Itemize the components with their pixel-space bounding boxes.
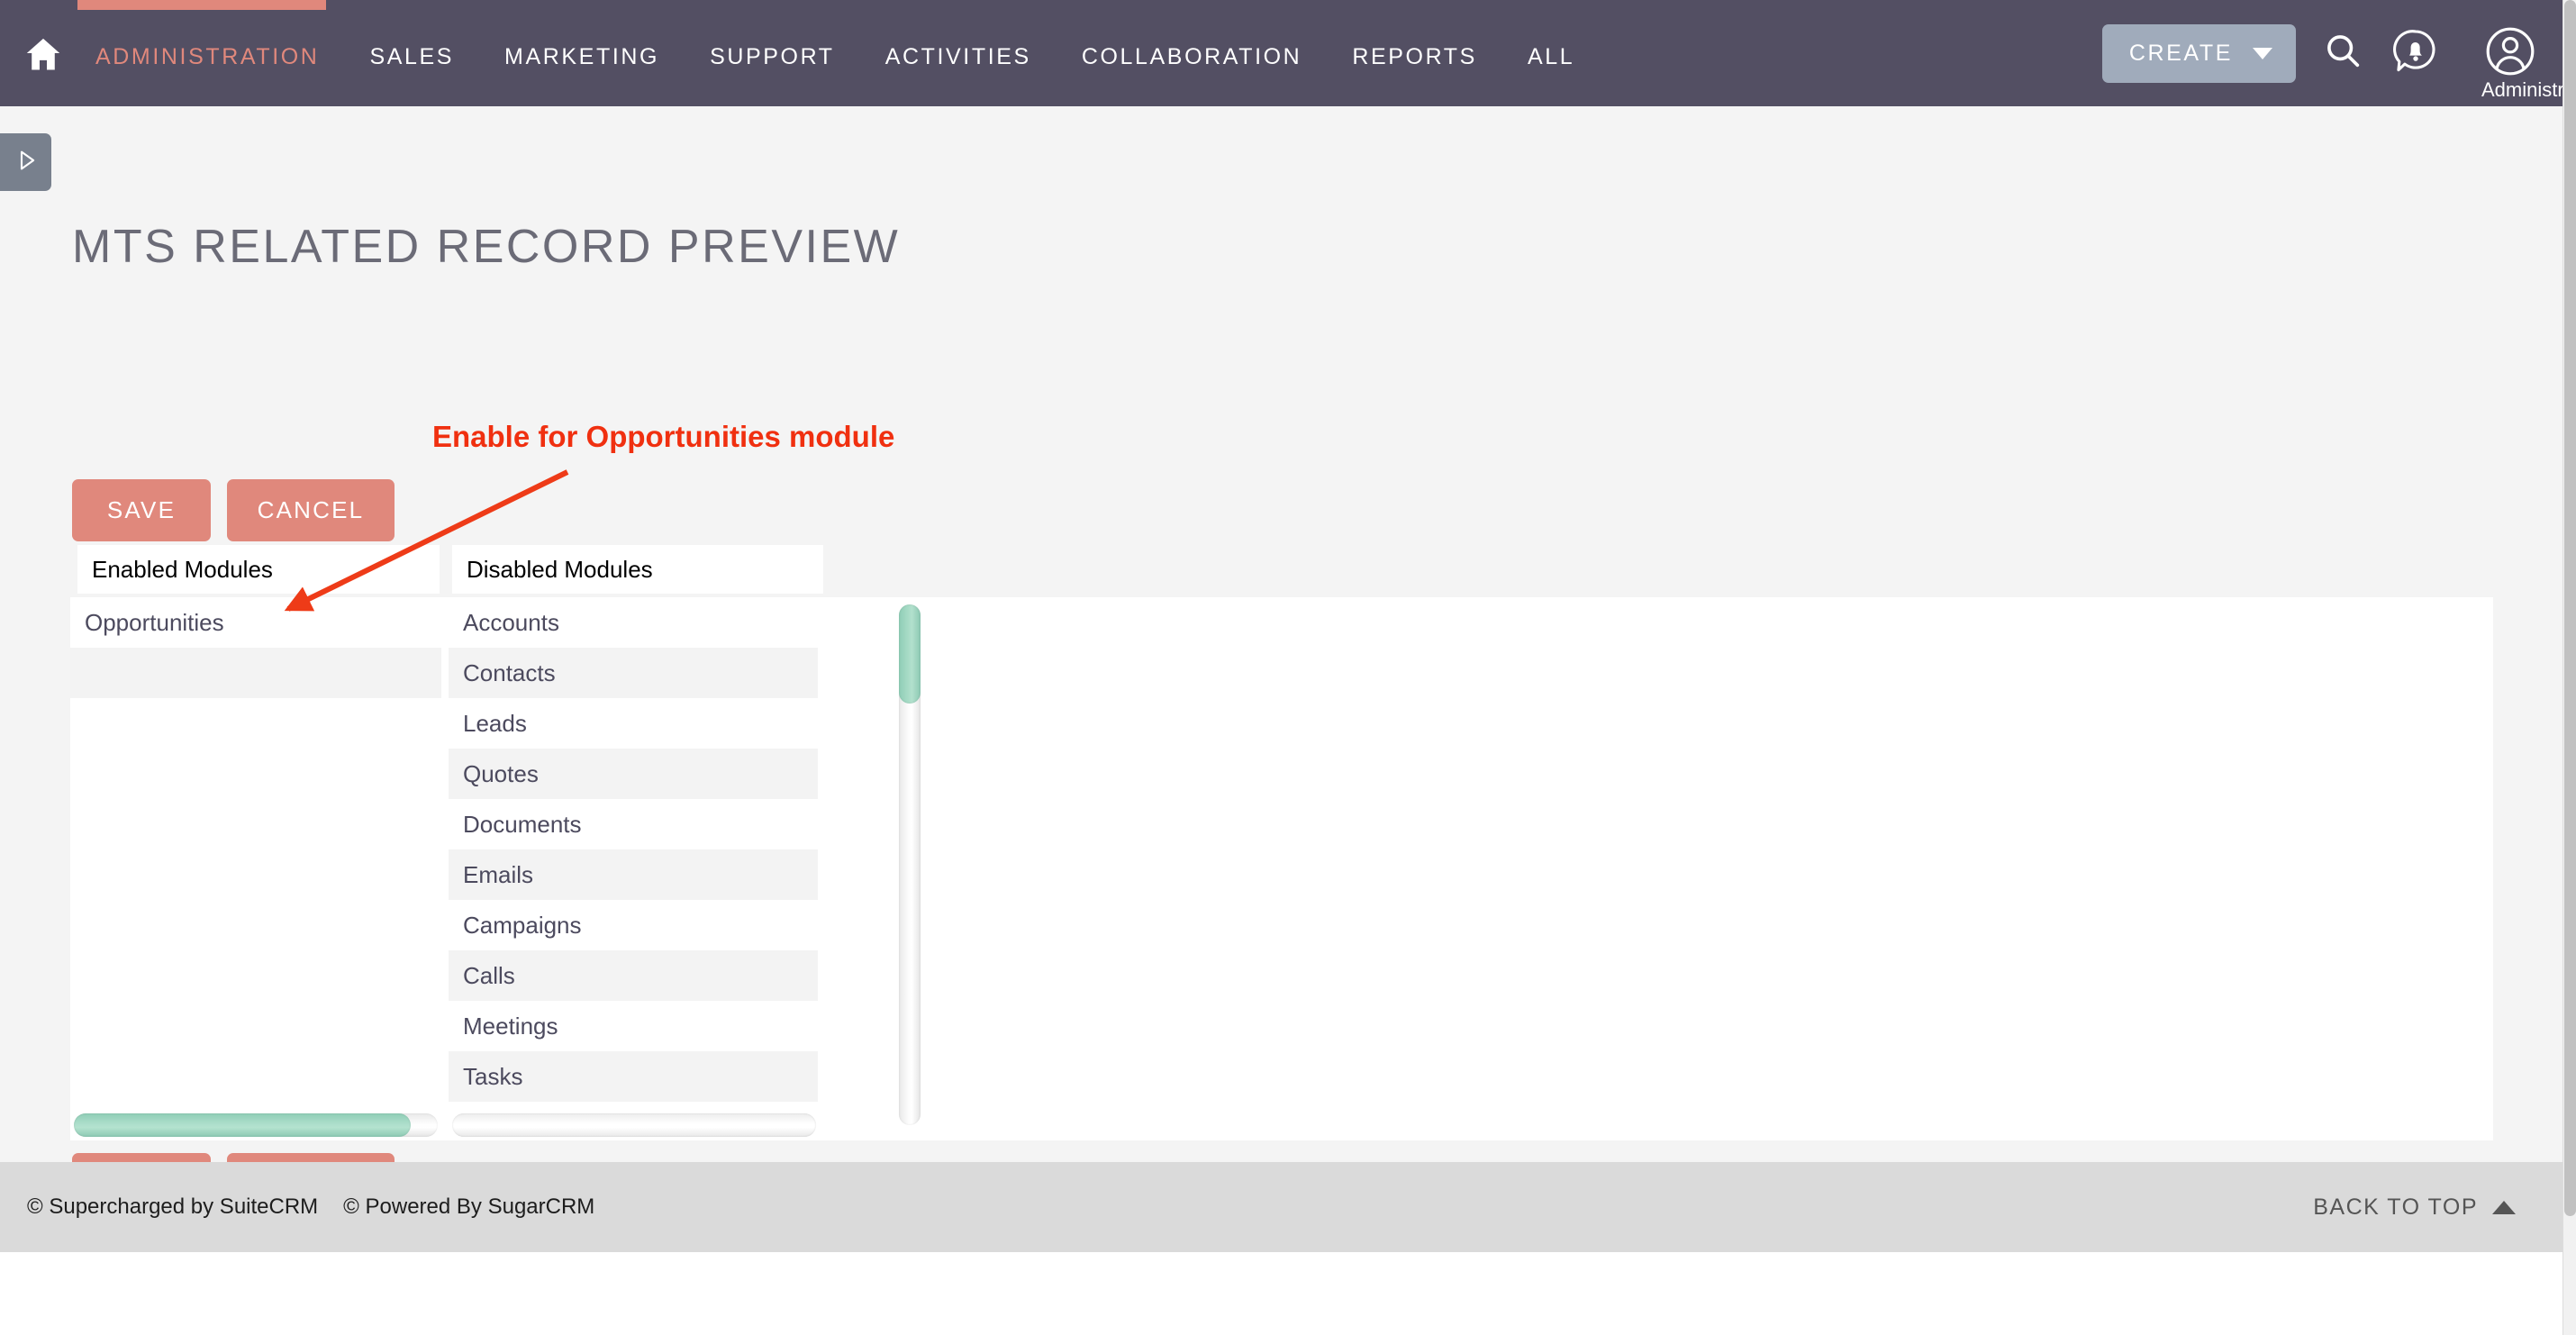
disabled-list-scroll-thumb[interactable] bbox=[899, 604, 921, 704]
sugarcrm-credit-link[interactable]: © Powered By SugarCRM bbox=[343, 1194, 594, 1220]
list-item[interactable]: Leads bbox=[449, 698, 818, 749]
list-item[interactable]: Tasks bbox=[449, 1051, 818, 1102]
notification-bell-icon bbox=[2391, 27, 2440, 80]
list-item[interactable]: Documents bbox=[449, 799, 818, 849]
search-icon bbox=[2323, 31, 2364, 77]
module-column-headers: Enabled Modules Disabled Modules bbox=[70, 541, 2493, 597]
annotation-label: Enable for Opportunities module bbox=[432, 420, 895, 453]
enabled-modules-list[interactable]: Opportunities bbox=[70, 597, 441, 1140]
nav-item-collaboration[interactable]: COLLABORATION bbox=[1057, 44, 1328, 70]
module-selector-panel: Enabled Modules Disabled Modules Opportu… bbox=[70, 541, 2493, 1140]
page-footer: © Supercharged by SuiteCRM © Powered By … bbox=[0, 1162, 2562, 1252]
list-item[interactable]: Campaigns bbox=[449, 900, 818, 950]
main-content: MTS RELATED RECORD PREVIEW Enable for Op… bbox=[0, 132, 2562, 1215]
disabled-list-vertical-scrollbar[interactable] bbox=[899, 604, 921, 1125]
user-menu[interactable]: Administr bbox=[2465, 26, 2564, 101]
list-item[interactable]: Accounts bbox=[449, 597, 818, 648]
list-item[interactable]: Contacts bbox=[449, 648, 818, 698]
nav-item-support[interactable]: SUPPORT bbox=[685, 44, 860, 70]
create-button[interactable]: CREATE bbox=[2101, 23, 2296, 83]
disabled-list-horizontal-scrollbar[interactable] bbox=[452, 1113, 816, 1137]
module-lists-area: Opportunities Accounts Contacts Leads Qu… bbox=[70, 597, 2493, 1140]
browser-vertical-scrollbar[interactable] bbox=[2562, 0, 2576, 1335]
enabled-list-hscroll-thumb[interactable] bbox=[74, 1113, 411, 1137]
disabled-list-hscroll-thumb[interactable] bbox=[452, 1113, 816, 1137]
enabled-modules-header: Enabled Modules bbox=[77, 545, 440, 594]
list-item[interactable]: Quotes bbox=[449, 749, 818, 799]
nav-item-activities[interactable]: ACTIVITIES bbox=[860, 44, 1057, 70]
chevron-up-icon bbox=[2492, 1200, 2516, 1214]
user-name-label: Administr bbox=[2481, 77, 2564, 101]
nav-item-administration[interactable]: ADMINISTRATION bbox=[70, 44, 344, 70]
enabled-list-horizontal-scrollbar[interactable] bbox=[74, 1113, 438, 1137]
list-item-empty bbox=[70, 648, 441, 698]
action-buttons-top: SAVE CANCEL bbox=[72, 479, 395, 541]
list-item[interactable]: Meetings bbox=[449, 1001, 818, 1051]
save-button-top[interactable]: SAVE bbox=[72, 479, 211, 541]
home-button[interactable] bbox=[16, 30, 70, 77]
disabled-modules-list[interactable]: Accounts Contacts Leads Quotes Documents… bbox=[449, 597, 818, 1140]
nav-item-marketing[interactable]: MARKETING bbox=[479, 44, 685, 70]
page-bottom-area bbox=[0, 1252, 2562, 1335]
search-button[interactable] bbox=[2323, 31, 2364, 77]
list-item[interactable]: Emails bbox=[449, 849, 818, 900]
active-tab-indicator bbox=[77, 0, 326, 10]
expand-triangle-icon bbox=[13, 147, 40, 178]
back-to-top-button[interactable]: BACK TO TOP bbox=[2313, 1194, 2516, 1221]
notifications-button[interactable] bbox=[2391, 27, 2440, 80]
cancel-button-top[interactable]: CANCEL bbox=[227, 479, 395, 541]
list-item[interactable]: Calls bbox=[449, 950, 818, 1001]
home-icon bbox=[24, 35, 62, 77]
nav-item-reports[interactable]: REPORTS bbox=[1327, 44, 1502, 70]
page-title: MTS RELATED RECORD PREVIEW bbox=[72, 221, 901, 273]
back-to-top-label: BACK TO TOP bbox=[2313, 1194, 2478, 1220]
browser-scrollbar-thumb[interactable] bbox=[2564, 0, 2576, 1216]
suitecrm-credit-link[interactable]: © Supercharged by SuiteCRM bbox=[27, 1194, 318, 1220]
nav-right-group: CREATE Administr bbox=[2101, 0, 2564, 106]
create-button-label: CREATE bbox=[2128, 40, 2233, 66]
list-item[interactable]: Opportunities bbox=[70, 597, 441, 648]
nav-item-all[interactable]: ALL bbox=[1502, 44, 1600, 70]
nav-item-sales[interactable]: SALES bbox=[344, 44, 479, 70]
footer-copyright-group: © Supercharged by SuiteCRM © Powered By … bbox=[27, 1194, 594, 1220]
top-navigation-bar: ADMINISTRATION SALES MARKETING SUPPORT A… bbox=[0, 0, 2564, 106]
chevron-down-icon bbox=[2253, 47, 2272, 59]
user-avatar-icon bbox=[2485, 26, 2535, 81]
disabled-modules-header: Disabled Modules bbox=[452, 545, 823, 594]
nav-menu: ADMINISTRATION SALES MARKETING SUPPORT A… bbox=[70, 0, 1600, 106]
sidebar-expand-button[interactable] bbox=[0, 133, 51, 191]
